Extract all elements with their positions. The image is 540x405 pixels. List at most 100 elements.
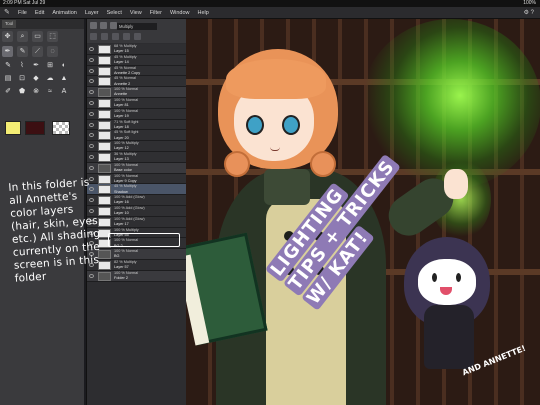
menu-right-icons[interactable]: ⚙ ? [524, 7, 534, 19]
tool-button[interactable]: ✒ [2, 46, 13, 57]
reference-icon[interactable] [101, 33, 108, 40]
merge-icon[interactable] [123, 33, 130, 40]
layer-row[interactable]: 100 % Normal Layer 19 [87, 108, 187, 120]
blend-mode-select[interactable]: Multiply [117, 23, 157, 30]
layer-row[interactable]: 68 % Multiply Layer 15 [87, 44, 187, 55]
layer-folder-row[interactable]: 100 % Normal Annette [87, 87, 187, 98]
visibility-eye-icon[interactable] [89, 144, 94, 149]
visibility-eye-icon[interactable] [89, 47, 94, 51]
character-eye [246, 115, 264, 135]
layer-thumbnail [98, 152, 111, 162]
layer-info: 100 % Add (Glow) Layer 16 [114, 195, 184, 205]
layer-row[interactable]: 45 % Multiply Shadow [87, 184, 187, 196]
layer-panel-icons-row2 [90, 33, 141, 40]
sub-color-swatch[interactable] [25, 121, 45, 135]
sub-tool-button[interactable]: ⌇ [17, 61, 27, 71]
layer-name: Folder 2 [114, 275, 128, 280]
layer-name: Layer 20 [114, 135, 129, 140]
tool-button[interactable]: ⟋ [32, 46, 43, 57]
visibility-eye-icon[interactable] [89, 122, 94, 127]
tool-button[interactable]: ✥ [2, 31, 13, 42]
visibility-eye-icon[interactable] [89, 79, 94, 84]
layer-info: 45 % Normal Annette 2 Copy [114, 66, 184, 76]
layer-row[interactable]: 45 % Soft light Layer 20 [87, 130, 187, 142]
menu-items: File Edit Animation Layer Select View Fi… [18, 7, 209, 19]
layer-row[interactable]: 100 % Normal Layer 81 [87, 97, 187, 109]
layer-folder-row[interactable]: 100 % Normal Base color [87, 162, 187, 174]
visibility-eye-icon[interactable] [89, 165, 94, 170]
sub-tool-button[interactable]: ⊡ [17, 74, 27, 84]
transparent-color-swatch[interactable] [52, 121, 70, 135]
visibility-eye-icon[interactable] [89, 57, 94, 62]
canvas[interactable]: LIGHTING TIPS + TRICKS W/ KAT! AND ANNET… [186, 19, 540, 405]
visibility-eye-icon[interactable] [89, 100, 94, 105]
layer-name: Base color [114, 167, 132, 172]
layer-row[interactable]: 100 % Add (Glow) Layer 16 [87, 195, 187, 206]
new-folder-icon[interactable] [100, 22, 107, 29]
tab-tool[interactable]: Tool [2, 20, 17, 28]
menu-file[interactable]: File [18, 7, 27, 19]
sub-tool-grid: ✎ ⌇ ✒ ⊞ ◐ ▤ ⊡ ◆ ☁ ▲ ✐ ⬟ ⊗ ≈ A [3, 61, 69, 97]
visibility-eye-icon[interactable] [89, 133, 94, 138]
sub-tool-button[interactable]: ◐ [59, 61, 69, 71]
sub-tool-button[interactable]: ▲ [59, 74, 69, 84]
status-bar: 2:09 PM Sat Jul 29 100% [0, 0, 540, 7]
tool-button[interactable]: ⌕ [17, 31, 28, 42]
annotation-note: In this folder is all Annette's color la… [8, 176, 102, 285]
layer-row[interactable]: 36 % Multiply Layer 13 [87, 151, 187, 163]
visibility-eye-icon[interactable] [89, 90, 94, 95]
menu-animation[interactable]: Animation [52, 7, 76, 19]
sub-tool-button[interactable]: ◆ [31, 74, 41, 84]
layer-row[interactable]: 45 % Multiply Layer 14 [87, 54, 187, 66]
menu-view[interactable]: View [130, 7, 142, 19]
layer-info: 68 % Multiply Layer 15 [114, 44, 184, 54]
menu-bar: ✎ File Edit Animation Layer Select View … [0, 7, 540, 19]
menu-window[interactable]: Window [170, 7, 190, 19]
visibility-eye-icon[interactable] [89, 111, 94, 116]
tool-button[interactable]: ▭ [32, 31, 43, 42]
layer-name: Layer 19 [114, 113, 129, 118]
layer-row[interactable]: 100 % Normal Layer 9 Copy [87, 173, 187, 185]
layer-row[interactable]: 45 % Normal Annette 2 Copy [87, 65, 187, 77]
sub-tool-button[interactable]: ☁ [45, 74, 55, 84]
sub-tool-button[interactable]: ⊞ [45, 61, 55, 71]
sub-tool-button[interactable]: A [59, 87, 69, 97]
layer-thumbnail [98, 120, 111, 130]
sub-tool-button[interactable]: ⊗ [31, 87, 41, 97]
sub-tool-button[interactable]: ≈ [45, 87, 55, 97]
layer-info: 100 % Normal Layer 81 [114, 98, 184, 108]
clip-icon[interactable] [90, 33, 97, 40]
layer-info: 45 % Soft light Layer 20 [114, 130, 184, 140]
new-layer-icon[interactable] [90, 22, 97, 29]
menu-edit[interactable]: Edit [35, 7, 44, 19]
layer-info: 100 % Normal BG [114, 249, 184, 259]
menu-help[interactable]: Help [198, 7, 209, 19]
menu-layer[interactable]: Layer [85, 7, 99, 19]
layer-row[interactable]: 45 % Normal Annette 2 [87, 76, 187, 88]
layer-info: 45 % Normal Annette 2 [114, 76, 184, 86]
layer-name: Annette [114, 92, 128, 97]
layer-row[interactable]: 100 % Multiply Layer 12 [87, 141, 187, 152]
main-color-swatch[interactable] [5, 121, 21, 135]
tool-button[interactable]: ◌ [47, 46, 58, 57]
clip-studio-logo-icon[interactable]: ✎ [4, 9, 13, 17]
sub-tool-button[interactable]: ⬟ [17, 87, 27, 97]
delete-layer-icon[interactable] [134, 33, 141, 40]
tool-button[interactable]: ⬚ [47, 31, 58, 42]
layer-name: Layer 15 [114, 49, 129, 54]
layer-name: Annette 2 Copy [114, 70, 141, 75]
visibility-eye-icon[interactable] [89, 154, 94, 159]
tool-button[interactable]: ✎ [17, 46, 28, 57]
lock-icon[interactable] [110, 22, 117, 29]
sub-tool-button[interactable]: ✎ [3, 61, 13, 71]
character-hand [444, 169, 468, 199]
sub-tool-button[interactable]: ▤ [3, 74, 13, 84]
menu-filter[interactable]: Filter [150, 7, 162, 19]
mask-icon[interactable] [112, 33, 119, 40]
visibility-eye-icon[interactable] [89, 68, 94, 73]
sub-tool-button[interactable]: ✒ [31, 61, 41, 71]
layer-row[interactable]: 71 % Soft light Layer 18 [87, 119, 187, 131]
sub-tool-button[interactable]: ✐ [3, 87, 13, 97]
layer-name: Layer 17 [114, 221, 129, 226]
menu-select[interactable]: Select [107, 7, 122, 19]
